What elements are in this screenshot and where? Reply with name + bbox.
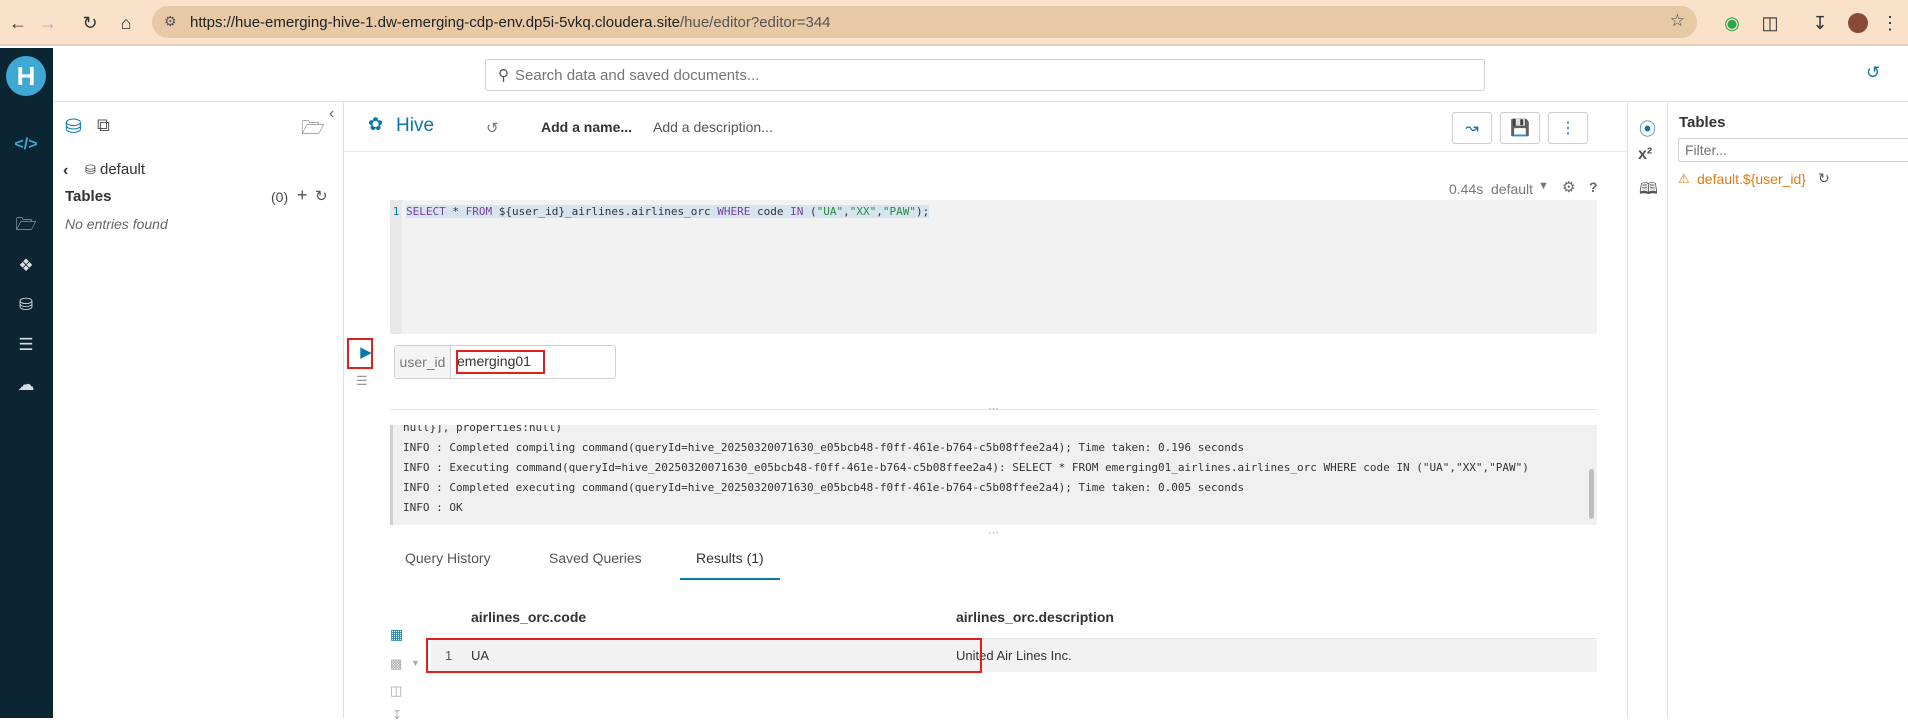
highlight-result-row xyxy=(426,638,982,673)
top-header: ⚲ ↺ xyxy=(53,48,1908,102)
tables-heading: Tables xyxy=(65,188,112,205)
collapse-panel-icon[interactable]: ‹ xyxy=(329,105,334,123)
database-assist-icon[interactable]: ⛁ xyxy=(65,114,82,139)
editor-toolbar: ✿ Hive ↺ Add a name... Add a description… xyxy=(344,102,1627,152)
caret-down-icon[interactable]: ▼ xyxy=(411,658,420,668)
reload-icon[interactable]: ↻ xyxy=(78,11,102,35)
execution-logs: null}], properties:null) INFO : Complete… xyxy=(390,425,1597,525)
database-name[interactable]: default xyxy=(100,161,145,178)
kebab-icon: ⋮ xyxy=(1560,120,1576,137)
documents-icon[interactable]: 🗁 xyxy=(13,213,39,239)
line-number: 1 xyxy=(390,200,402,334)
column-header-description[interactable]: airlines_orc.description xyxy=(956,609,1114,625)
query-text[interactable]: SELECT * FROM ${user_id}_airlines.airlin… xyxy=(406,205,930,218)
tab-saved-queries[interactable]: Saved Queries xyxy=(549,550,642,566)
param-label: user_id xyxy=(395,346,451,378)
db-selector[interactable]: default xyxy=(1491,181,1533,197)
warning-icon: ⚠ xyxy=(1678,171,1690,186)
address-bar[interactable]: ⚙ https://hue-emerging-hive-1.dw-emergin… xyxy=(152,6,1697,38)
query-name-field[interactable]: Add a name... xyxy=(541,119,632,135)
site-info-icon[interactable]: ⚙ xyxy=(164,13,177,30)
tab-query-history[interactable]: Query History xyxy=(405,550,491,566)
forward-icon[interactable]: → xyxy=(36,11,60,35)
functions-icon[interactable]: x² xyxy=(1638,146,1652,164)
download-icon[interactable]: ↧ xyxy=(1808,11,1832,35)
tab-results[interactable]: Results (1) xyxy=(696,550,764,566)
folder-open-icon[interactable]: 🗁 xyxy=(301,114,325,146)
log-line: INFO : Completed executing command(query… xyxy=(403,481,1245,494)
caret-down-icon[interactable]: ▼ xyxy=(1538,180,1549,192)
bookmark-star-icon[interactable]: ☆ xyxy=(1670,11,1685,31)
search-input[interactable] xyxy=(515,66,1415,84)
right-assist-panel: Tables ⚠ default.${user_id} ↻ xyxy=(1667,102,1908,718)
left-nav-rail: H </> 🗁 ❖ ⛁ ☰ ☁ xyxy=(0,48,53,718)
compass-icon[interactable]: ⦿ xyxy=(1639,115,1656,140)
editor-code-icon[interactable]: </> xyxy=(13,132,39,158)
chart-button[interactable]: ↝ xyxy=(1452,112,1492,144)
active-tab-indicator xyxy=(680,578,780,580)
tables-count: (0) xyxy=(271,189,289,205)
columns-icon[interactable]: ◫ xyxy=(390,683,402,699)
add-icon[interactable]: + xyxy=(297,185,308,206)
highlight-param xyxy=(456,350,545,374)
refresh-icon[interactable]: ↻ xyxy=(315,187,328,205)
warning-table-name[interactable]: default.${user_id} xyxy=(1697,171,1806,187)
browser-toolbar: ← → ↻ ⌂ ⚙ https://hue-emerging-hive-1.dw… xyxy=(0,0,1908,46)
log-line: INFO : OK xyxy=(403,501,463,514)
save-icon: 💾 xyxy=(1510,120,1530,137)
highlight-run xyxy=(347,338,373,369)
database-small-icon: ⛁ xyxy=(85,162,96,177)
log-gutter xyxy=(390,425,393,525)
log-line: INFO : Executing command(queryId=hive_20… xyxy=(403,461,1529,474)
eye-extension-icon[interactable]: ◉ xyxy=(1720,11,1744,35)
jobs-icon[interactable]: ❖ xyxy=(13,253,39,279)
code-editor[interactable]: 1 SELECT * FROM ${user_id}_airlines.airl… xyxy=(390,200,1597,334)
right-panel-title: Tables xyxy=(1679,114,1726,131)
snippet-icon[interactable]: ☰ xyxy=(356,373,368,389)
extensions-icon[interactable]: ◫ xyxy=(1758,11,1782,35)
menu-kebab-icon[interactable]: ⋮ xyxy=(1878,11,1902,35)
documents-assist-icon[interactable]: ⧉ xyxy=(97,115,110,136)
grid-view-icon[interactable]: ▦ xyxy=(390,626,403,643)
line-chart-icon: ↝ xyxy=(1465,120,1479,137)
book-icon[interactable]: 🕮 xyxy=(1639,178,1658,205)
editor-area: ✿ Hive ↺ Add a name... Add a description… xyxy=(344,102,1627,722)
search-icon: ⚲ xyxy=(498,67,509,84)
refresh-icon[interactable]: ↻ xyxy=(1818,170,1830,187)
hue-logo[interactable]: H xyxy=(6,56,46,96)
resize-handle[interactable]: ⋯ xyxy=(988,402,999,415)
chart-view-icon[interactable]: ▩ xyxy=(390,656,402,672)
exec-time: 0.44s xyxy=(1449,181,1484,197)
url-path: /hue/editor?editor=344 xyxy=(679,13,831,31)
resize-handle[interactable]: ⋯ xyxy=(988,526,999,539)
log-scrollbar[interactable] xyxy=(1589,469,1594,519)
settings-gear-icon[interactable]: ⚙ xyxy=(1562,178,1575,196)
engine-name[interactable]: Hive xyxy=(396,115,434,137)
assist-panel: ⛁ ⧉ 🗁 ‹ ‹ ⛁ default Tables (0) + ↻ No en… xyxy=(53,102,344,718)
upload-cloud-icon[interactable]: ☁ xyxy=(13,372,39,398)
query-history-icon[interactable]: ↺ xyxy=(486,119,499,137)
download-results-icon[interactable]: ↧ xyxy=(392,708,402,722)
query-description-field[interactable]: Add a description... xyxy=(653,119,773,135)
help-icon[interactable]: ? xyxy=(1589,179,1598,195)
avatar[interactable] xyxy=(1846,11,1870,35)
home-icon[interactable]: ⌂ xyxy=(114,11,138,35)
url-host: https://hue-emerging-hive-1.dw-emerging-… xyxy=(190,13,680,31)
log-line: INFO : Completed compiling command(query… xyxy=(403,441,1245,454)
hive-icon: ✿ xyxy=(368,114,384,134)
tables-icon[interactable]: ☰ xyxy=(13,332,39,358)
right-icon-bar: ⦿ x² 🕮 xyxy=(1627,102,1667,718)
column-header-code[interactable]: airlines_orc.code xyxy=(471,609,586,625)
back-icon[interactable]: ‹ xyxy=(63,162,68,180)
more-button[interactable]: ⋮ xyxy=(1548,112,1588,144)
save-button[interactable]: 💾 xyxy=(1500,112,1540,144)
empty-message: No entries found xyxy=(65,216,168,232)
global-search[interactable]: ⚲ xyxy=(485,59,1485,91)
filter-input[interactable] xyxy=(1678,138,1908,162)
back-icon[interactable]: ← xyxy=(6,11,30,35)
history-icon[interactable]: ↺ xyxy=(1866,63,1880,83)
log-line: null}], properties:null) xyxy=(403,425,562,434)
database-icon[interactable]: ⛁ xyxy=(13,292,39,318)
